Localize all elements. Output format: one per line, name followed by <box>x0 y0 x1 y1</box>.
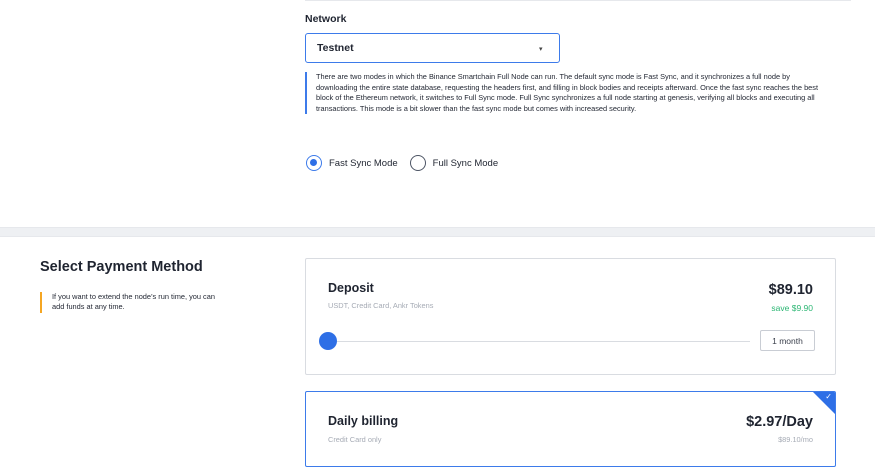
network-label: Network <box>305 13 347 25</box>
duration-slider-track[interactable] <box>328 341 750 342</box>
daily-billing-title: Daily billing <box>328 414 399 428</box>
check-icon: ✓ <box>825 392 832 401</box>
radio-full-sync[interactable]: Full Sync Mode <box>409 155 499 171</box>
sync-mode-note: There are two modes in which the Binance… <box>305 72 825 115</box>
radio-label-full-sync: Full Sync Mode <box>432 157 499 169</box>
network-select-value: Testnet <box>317 42 354 54</box>
deposit-save-badge: save $9.90 <box>771 303 813 313</box>
deposit-subtitle: USDT, Credit Card, Ankr Tokens <box>328 301 434 310</box>
chevron-down-icon: ▾ <box>539 46 543 53</box>
daily-billing-price: $2.97/Day <box>746 414 813 430</box>
radio-fast-sync[interactable]: Fast Sync Mode <box>306 155 398 171</box>
radio-checked-icon[interactable] <box>306 155 322 171</box>
sync-panel: Network Testnet ▾ There are two modes in… <box>0 0 875 228</box>
payment-note: If you want to extend the node’s run tim… <box>40 292 220 313</box>
duration-display[interactable]: 1 month <box>760 330 815 351</box>
deposit-title: Deposit <box>328 281 374 295</box>
daily-billing-subtitle: Credit Card only <box>328 435 382 444</box>
network-select[interactable]: Testnet ▾ <box>305 33 560 63</box>
radio-unchecked-icon[interactable] <box>409 155 426 171</box>
deposit-price: $89.10 <box>768 282 813 298</box>
payment-title: Select Payment Method <box>40 259 203 275</box>
sync-mode-radio-group: Fast Sync Mode Full Sync Mode <box>306 155 510 171</box>
daily-billing-monthly: $89.10/mo <box>778 435 813 444</box>
duration-slider-handle[interactable] <box>319 332 337 350</box>
deposit-card[interactable]: Deposit USDT, Credit Card, Ankr Tokens $… <box>305 258 836 375</box>
daily-billing-card[interactable]: ✓ Daily billing Credit Card only $2.97/D… <box>305 391 836 467</box>
radio-label-fast-sync: Fast Sync Mode <box>329 157 398 169</box>
divider <box>305 0 851 1</box>
